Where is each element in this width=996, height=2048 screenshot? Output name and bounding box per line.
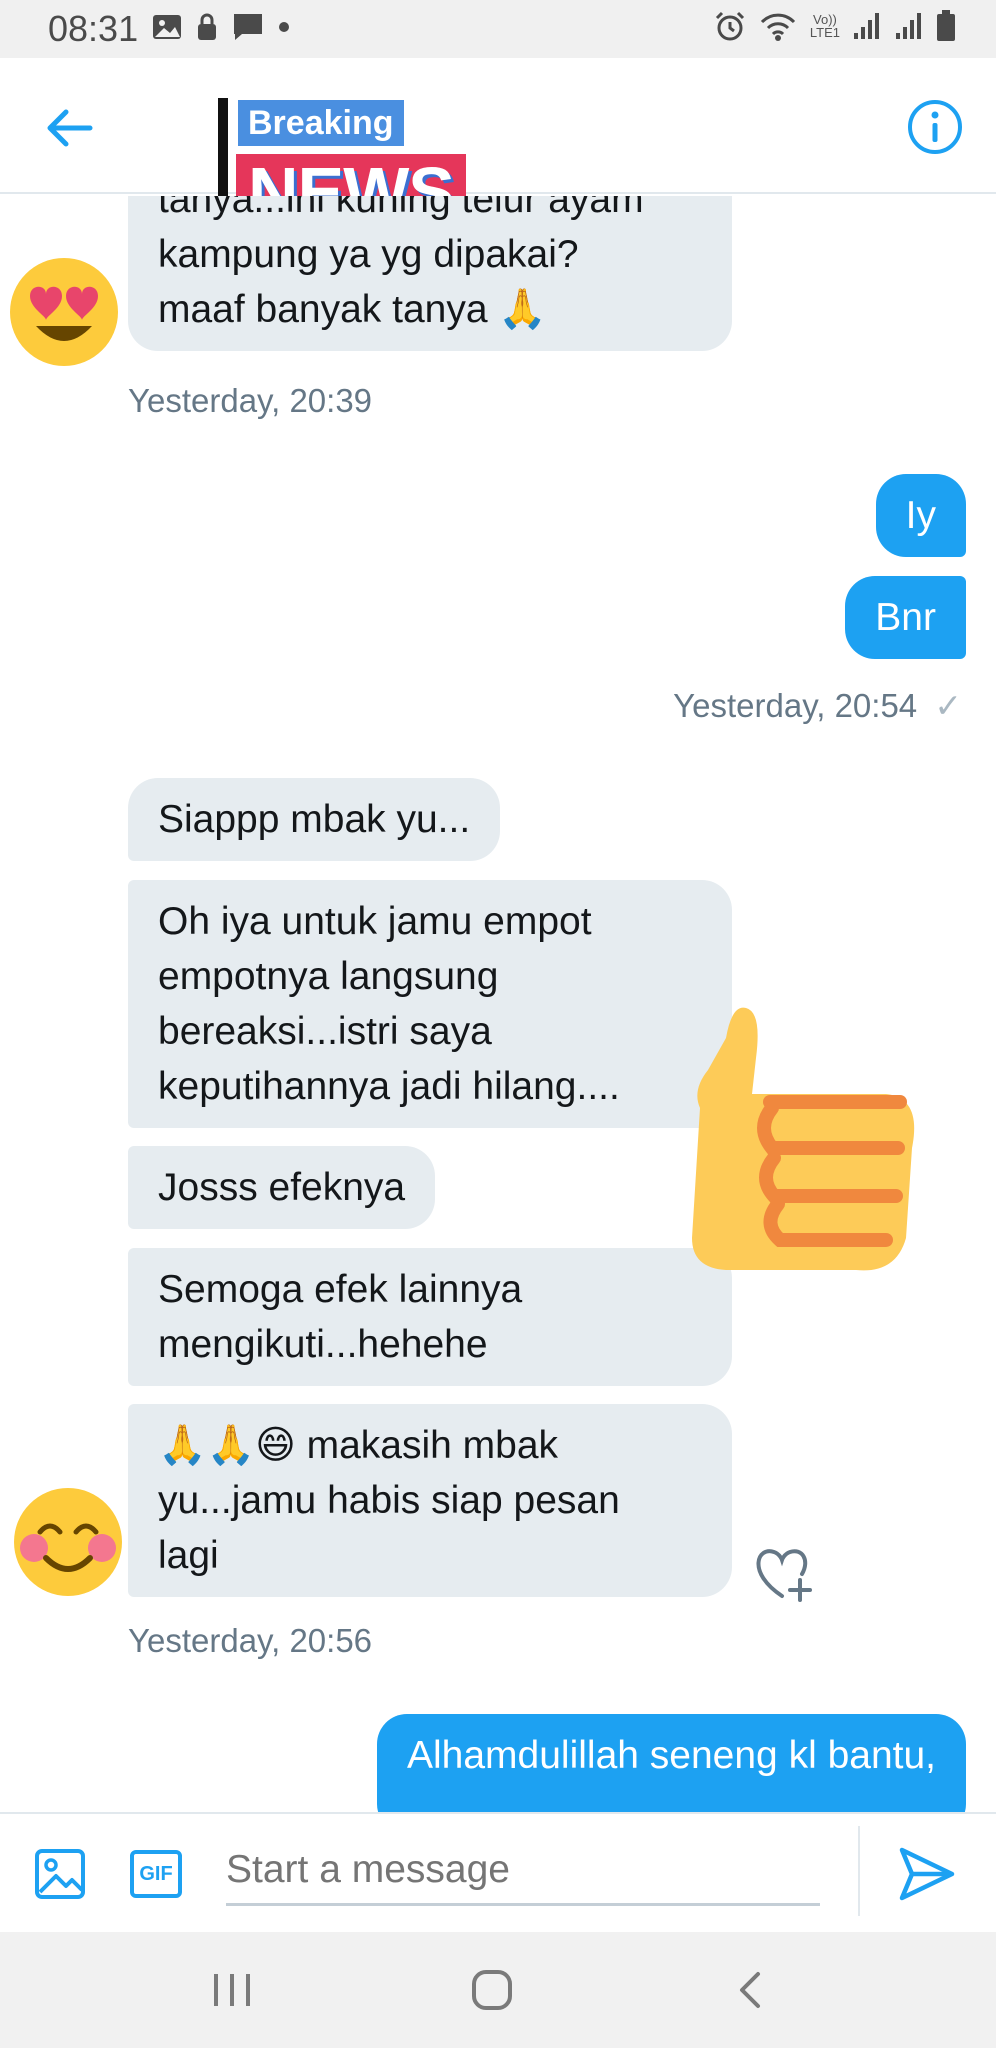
- message-input[interactable]: [226, 1836, 820, 1906]
- thumbs-up-emoji-icon: [692, 1007, 915, 1271]
- message-bubble-incoming[interactable]: Semoga efek lainnya mengikuti...hehehe: [128, 1248, 732, 1386]
- message-bubble-incoming[interactable]: Siappp mbak yu...: [128, 778, 501, 861]
- status-time: 08:31: [48, 8, 139, 49]
- message-bubble-incoming[interactable]: tanya...ini kuning telur ayam kampung ya…: [128, 196, 732, 351]
- wifi-icon: [760, 13, 795, 41]
- message-icon: [234, 14, 262, 40]
- send-icon[interactable]: [898, 1846, 956, 1902]
- smiling-blush-emoji-icon[interactable]: [12, 1486, 124, 1598]
- alarm-icon: [715, 11, 744, 41]
- battery-icon: [937, 10, 955, 41]
- timestamp: Yesterday, 20:56: [128, 1622, 373, 1659]
- status-right-icons: Vo)) LTE1: [714, 10, 956, 42]
- message-bubble-outgoing[interactable]: Alhamdulillah seneng kl bantu,: [376, 1714, 966, 1812]
- message-composer: GIF: [0, 1812, 996, 1932]
- info-icon[interactable]: [906, 98, 964, 156]
- status-bar: 08:31 Vo)) LTE1: [0, 0, 996, 58]
- lock-icon: [198, 13, 216, 40]
- message-bubble-incoming[interactable]: Josss efeknya: [128, 1146, 436, 1229]
- heart-eyes-emoji-icon[interactable]: [8, 256, 120, 368]
- sticker-breaking-label: Breaking: [238, 100, 404, 146]
- conversation-thread[interactable]: tanya...ini kuning telur ayam kampung ya…: [0, 196, 996, 1812]
- home-icon[interactable]: [470, 1968, 514, 2012]
- back-chevron-icon[interactable]: [736, 1970, 764, 2010]
- image-icon[interactable]: [34, 1848, 86, 1900]
- recents-icon[interactable]: [210, 1970, 254, 2010]
- volte-icon: Vo)) LTE1: [809, 12, 840, 40]
- composer-divider: [858, 1826, 860, 1916]
- heart-plus-icon[interactable]: [752, 1546, 812, 1602]
- message-bubble-incoming[interactable]: Oh iya untuk jamu empot empotnya langsun…: [128, 880, 732, 1128]
- status-left-icons: [152, 12, 290, 42]
- read-check-icon: ✓: [934, 687, 962, 724]
- message-bubble-outgoing[interactable]: Iy: [875, 474, 966, 557]
- message-bubble-incoming[interactable]: 🙏🙏😄 makasih mbak yu...jamu habis siap pe…: [128, 1404, 732, 1597]
- timestamp: Yesterday, 20:39: [128, 382, 373, 419]
- dot-icon: [279, 22, 289, 32]
- message-bubble-outgoing[interactable]: Bnr: [845, 576, 966, 659]
- conversation-header: Breaking NEWS: [0, 58, 996, 230]
- gif-button[interactable]: GIF: [130, 1850, 182, 1898]
- back-arrow-icon[interactable]: [40, 100, 96, 156]
- signal-icon: [896, 13, 921, 39]
- image-icon: [153, 15, 181, 39]
- system-nav-bar: [0, 1932, 996, 2048]
- signal-icon: [854, 13, 879, 39]
- timestamp: Yesterday, 20:54 ✓: [673, 687, 962, 724]
